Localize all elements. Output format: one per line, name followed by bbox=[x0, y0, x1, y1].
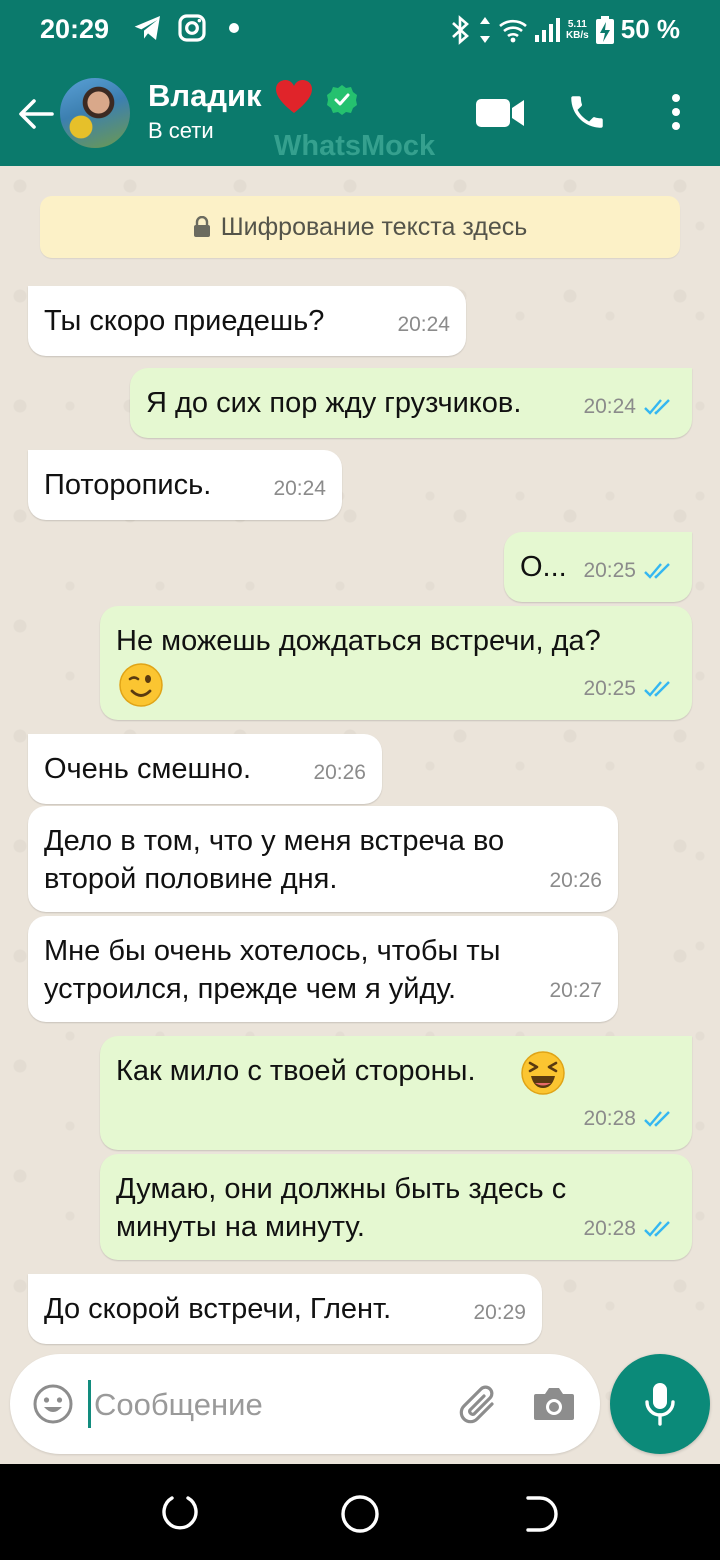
voice-record-button[interactable] bbox=[610, 1354, 710, 1454]
message-text: Мне бы очень хотелось, чтобы ты устроилс… bbox=[44, 935, 501, 1005]
message-text: Ты скоро приедешь? bbox=[44, 305, 325, 337]
instagram-icon bbox=[178, 14, 206, 42]
message-text: Как мило с твоей стороны. bbox=[116, 1055, 476, 1087]
message-meta: 20:28 bbox=[583, 1210, 676, 1248]
data-arrows-icon bbox=[479, 16, 490, 43]
attach-icon[interactable] bbox=[456, 1382, 502, 1428]
battery-percent: 50 % bbox=[620, 14, 680, 44]
back-arrow-icon[interactable] bbox=[14, 92, 58, 136]
message-time: 20:26 bbox=[313, 761, 366, 784]
message-text: Я до сих пор жду грузчиков. bbox=[146, 387, 522, 419]
status-time: 20:29 bbox=[40, 14, 110, 44]
message-outgoing[interactable]: Не можешь дождаться встречи, да? 20:25 bbox=[100, 606, 692, 720]
status-bar: 20:29 5.11 KB/s 50 % bbox=[0, 0, 720, 58]
message-incoming[interactable]: Ты скоро приедешь? 20:24 bbox=[28, 286, 466, 356]
message-time: 20:28 bbox=[583, 1107, 636, 1130]
bluetooth-icon bbox=[452, 14, 469, 45]
message-composer bbox=[10, 1354, 600, 1454]
phone-icon[interactable] bbox=[566, 91, 608, 133]
laughing-emoji-icon bbox=[521, 1051, 565, 1095]
encryption-text: Шифрование текста здесь bbox=[220, 212, 528, 241]
telegram-icon bbox=[134, 16, 160, 40]
message-incoming[interactable]: До скорой встречи, Глент. 20:29 bbox=[28, 1274, 542, 1344]
watermark: WhatsMock bbox=[274, 130, 436, 162]
encryption-banner[interactable]: Шифрование текста здесь bbox=[40, 196, 680, 258]
message-incoming[interactable]: Очень смешно. 20:26 bbox=[28, 734, 382, 804]
message-incoming[interactable]: Поторопись. 20:24 bbox=[28, 450, 342, 520]
notification-dot-icon bbox=[229, 23, 239, 33]
network-speed: 5.11 KB/s bbox=[565, 18, 589, 41]
read-ticks-icon bbox=[644, 681, 670, 697]
message-outgoing[interactable]: О... 20:25 bbox=[504, 532, 692, 602]
message-meta: 20:28 bbox=[583, 1100, 676, 1138]
message-text: Не можешь дождаться встречи, да? bbox=[116, 625, 601, 657]
chat-area[interactable]: Шифрование текста здесь Ты скоро приедеш… bbox=[0, 166, 720, 1464]
read-ticks-icon bbox=[644, 399, 670, 415]
message-incoming[interactable]: Дело в том, что у меня встреча во второй… bbox=[28, 806, 618, 912]
system-nav-bar bbox=[0, 1464, 720, 1560]
microphone-icon bbox=[645, 1383, 675, 1426]
message-time: 20:24 bbox=[273, 477, 326, 500]
message-meta: 20:25 bbox=[583, 670, 676, 708]
signal-icon bbox=[534, 17, 560, 42]
chat-header: Владик В сети WhatsMock bbox=[0, 58, 720, 166]
message-text: О... bbox=[520, 551, 567, 583]
message-text: Очень смешно. bbox=[44, 753, 252, 785]
message-time: 20:25 bbox=[583, 559, 636, 582]
battery-charging-icon bbox=[595, 15, 614, 44]
message-time: 20:25 bbox=[583, 677, 636, 700]
message-meta: 20:24 bbox=[583, 388, 676, 426]
message-meta: 20:27 bbox=[549, 972, 602, 1010]
message-meta: 20:26 bbox=[549, 862, 602, 900]
message-time: 20:27 bbox=[549, 979, 602, 1002]
message-meta: 20:24 bbox=[273, 470, 326, 508]
status-right: 5.11 KB/s 50 % bbox=[450, 14, 680, 45]
message-incoming[interactable]: Мне бы очень хотелось, чтобы ты устроилс… bbox=[28, 916, 618, 1022]
video-call-icon[interactable] bbox=[474, 96, 526, 130]
message-outgoing[interactable]: Думаю, они должны быть здесь с минуты на… bbox=[100, 1154, 692, 1260]
message-time: 20:24 bbox=[583, 395, 636, 418]
nav-back-icon[interactable] bbox=[518, 1492, 562, 1536]
wink-emoji-icon bbox=[119, 663, 163, 707]
contact-name[interactable]: Владик bbox=[148, 78, 262, 114]
message-outgoing[interactable]: Я до сих пор жду грузчиков. 20:24 bbox=[130, 368, 692, 438]
heart-icon bbox=[276, 80, 312, 113]
emoji-picker-icon[interactable] bbox=[32, 1383, 74, 1425]
message-meta: 20:29 bbox=[473, 1294, 526, 1332]
read-ticks-icon bbox=[644, 563, 670, 579]
home-icon[interactable] bbox=[338, 1492, 382, 1536]
lock-icon bbox=[193, 216, 210, 237]
message-time: 20:26 bbox=[549, 869, 602, 892]
avatar[interactable] bbox=[58, 76, 132, 150]
camera-icon[interactable] bbox=[532, 1384, 576, 1424]
message-text: До скорой встречи, Глент. bbox=[44, 1293, 392, 1325]
wifi-icon bbox=[499, 19, 527, 42]
message-time: 20:28 bbox=[583, 1217, 636, 1240]
recent-apps-icon[interactable] bbox=[158, 1492, 202, 1536]
message-input[interactable] bbox=[92, 1380, 436, 1430]
message-text: Думаю, они должны быть здесь с минуты на… bbox=[116, 1173, 567, 1243]
verified-icon bbox=[327, 85, 357, 115]
contact-status: В сети bbox=[148, 118, 214, 143]
message-meta: 20:24 bbox=[397, 306, 450, 344]
message-outgoing[interactable]: Как мило с твоей стороны. 20:28 bbox=[100, 1036, 692, 1150]
message-meta: 20:26 bbox=[313, 754, 366, 792]
text-cursor bbox=[88, 1380, 91, 1428]
message-meta: 20:25 bbox=[583, 552, 676, 590]
message-text: Дело в том, что у меня встреча во второй… bbox=[44, 825, 505, 895]
read-ticks-icon bbox=[644, 1221, 670, 1237]
more-vert-icon[interactable] bbox=[664, 92, 688, 132]
message-time: 20:29 bbox=[473, 1301, 526, 1324]
message-time: 20:24 bbox=[397, 313, 450, 336]
read-ticks-icon bbox=[644, 1111, 670, 1127]
message-text: Поторопись. bbox=[44, 469, 212, 501]
